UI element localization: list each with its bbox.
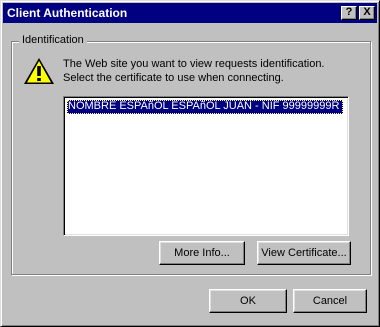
help-button[interactable]: ? xyxy=(341,6,357,20)
dialog-title: Client Authentication xyxy=(7,6,128,20)
certificate-list-item[interactable]: NOMBRE ESPAñOL ESPAñOL JUAN - NIF 999999… xyxy=(67,100,343,114)
warning-icon xyxy=(24,58,54,84)
message-line-2: Select the certificate to use when conne… xyxy=(63,72,284,84)
ok-button[interactable]: OK xyxy=(209,289,287,313)
certificate-list[interactable]: NOMBRE ESPAñOL ESPAñOL JUAN - NIF 999999… xyxy=(63,96,349,236)
title-bar[interactable]: Client Authentication ? X xyxy=(3,3,377,23)
message-line-1: The Web site you want to view requests i… xyxy=(63,58,325,70)
cancel-label: Cancel xyxy=(312,295,348,307)
identification-message: The Web site you want to view requests i… xyxy=(63,57,363,85)
more-info-label: More Info... xyxy=(174,247,230,259)
client-authentication-dialog: Client Authentication ? X Identification… xyxy=(0,0,380,327)
identification-group-label: Identification xyxy=(19,34,87,46)
more-info-button[interactable]: More Info... xyxy=(159,241,245,265)
view-certificate-label: View Certificate... xyxy=(261,247,347,259)
ok-label: OK xyxy=(240,295,256,307)
cancel-button[interactable]: Cancel xyxy=(293,289,367,313)
close-button[interactable]: X xyxy=(359,6,375,20)
view-certificate-button[interactable]: View Certificate... xyxy=(257,241,351,265)
